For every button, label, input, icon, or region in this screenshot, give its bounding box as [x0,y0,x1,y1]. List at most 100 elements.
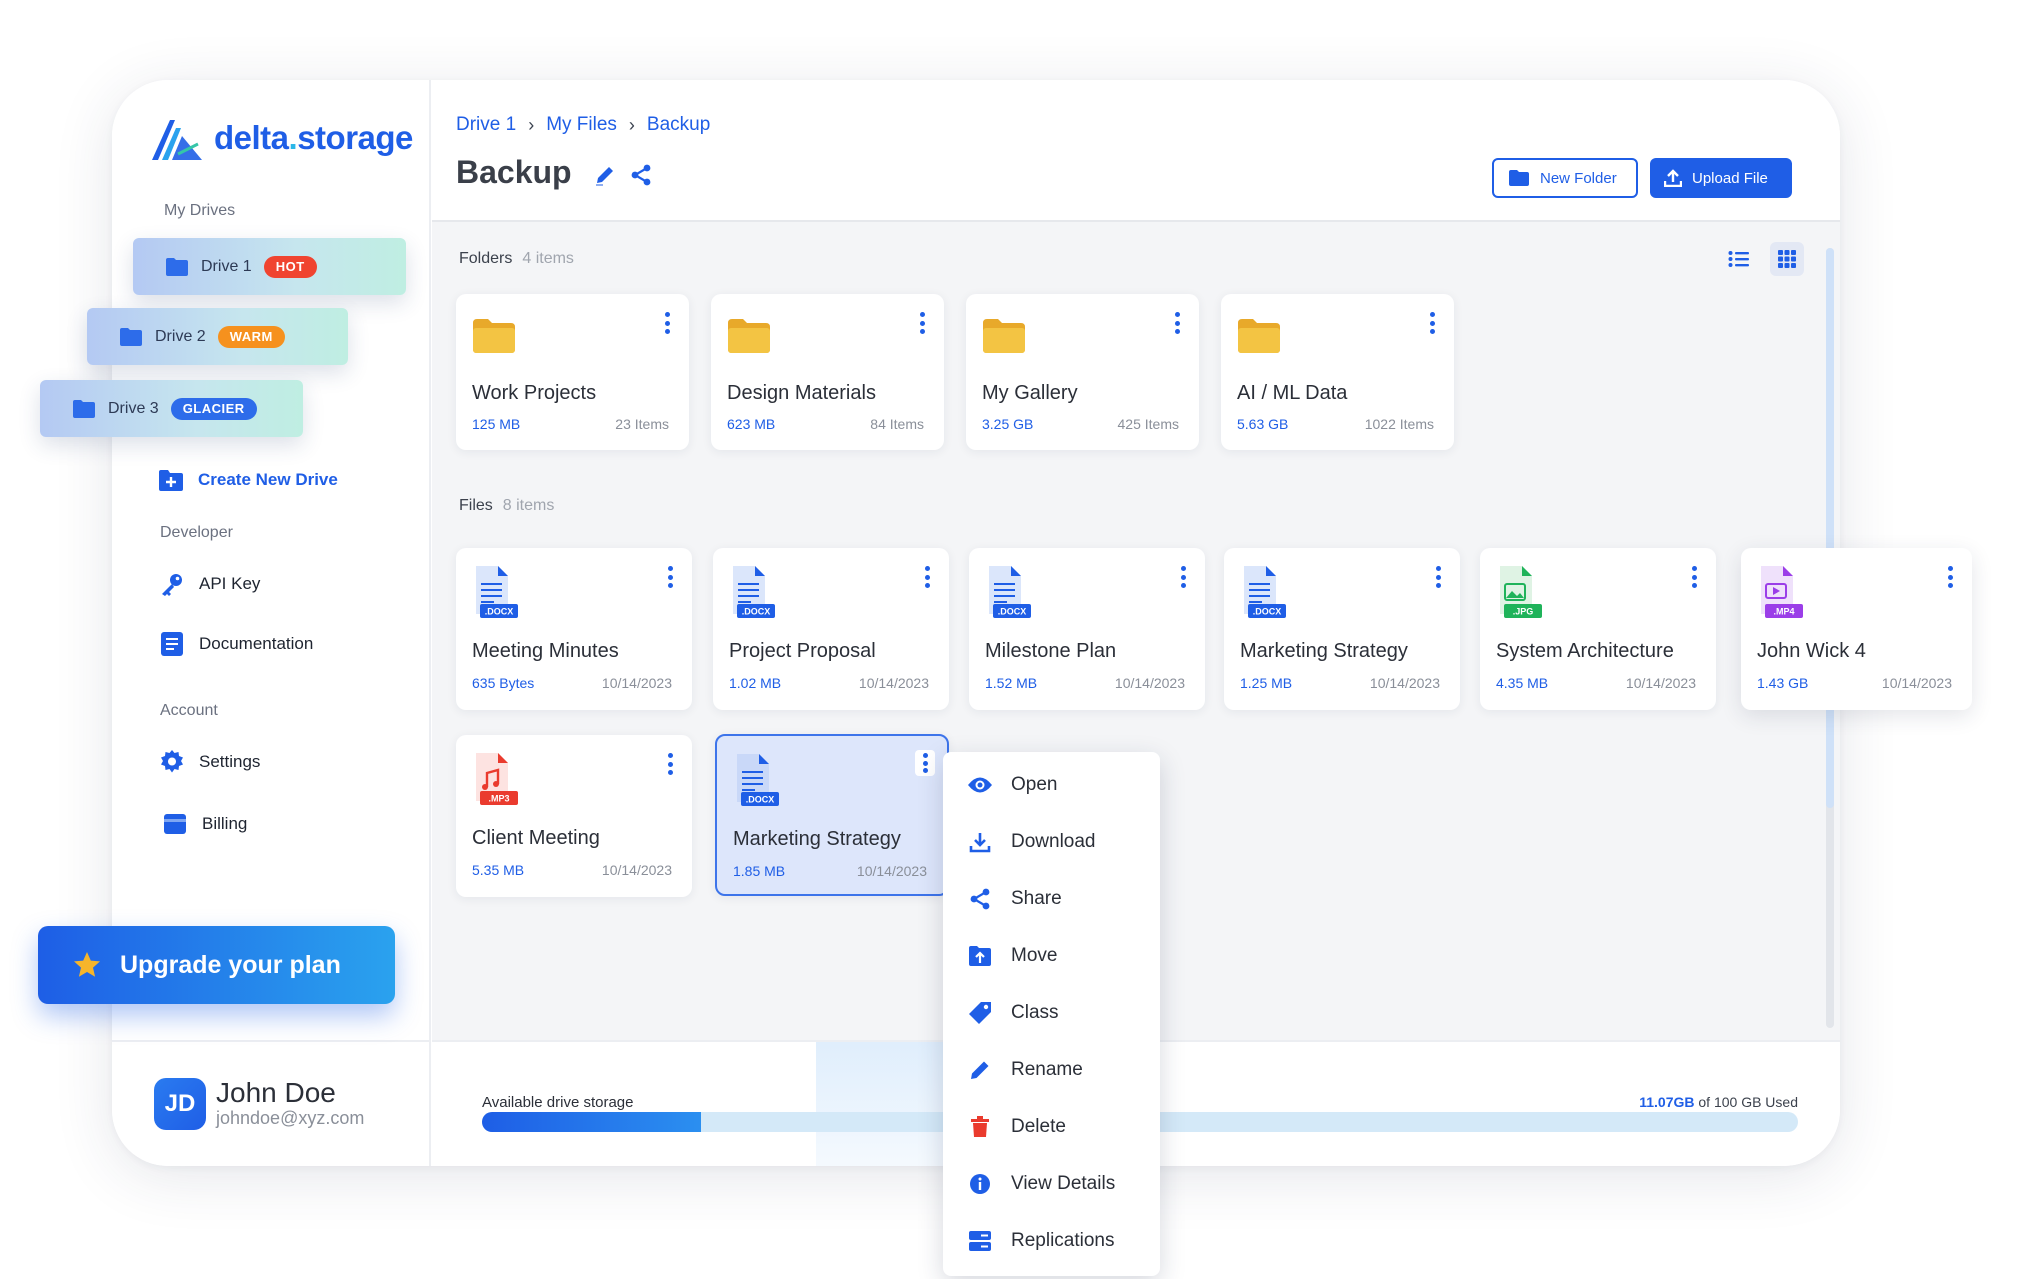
file-card[interactable]: .DOCX Meeting Minutes 635 Bytes 10/14/20… [456,548,692,710]
menu-item-open[interactable]: Open [967,772,1057,798]
sidebar-item-settings[interactable]: Settings [159,749,260,775]
brand-name: delta.storage [214,119,413,156]
sidebar-item-billing[interactable]: Billing [162,811,247,837]
avatar: JD [154,1078,206,1130]
sidebar-item-api-key[interactable]: API Key [159,571,260,597]
breadcrumb-backup[interactable]: Backup [647,114,710,136]
folders-label: Folders [459,250,513,267]
folder-name: Design Materials [727,382,876,404]
upload-icon [1664,169,1682,187]
more-options-icon[interactable] [1428,312,1436,334]
docx-file-icon: .DOCX [989,566,1031,618]
menu-item-share[interactable]: Share [967,886,1062,912]
menu-item-rename[interactable]: Rename [967,1057,1083,1083]
storage-used-value: 11.07GB [1639,1094,1695,1110]
grid-view-toggle[interactable] [1770,242,1804,276]
more-options-icon[interactable] [663,312,671,334]
edit-title-icon[interactable] [592,162,618,188]
folder-icon [728,319,770,353]
share-icon[interactable] [628,162,654,188]
file-ext-label: .DOCX [746,795,775,805]
user-profile[interactable]: JD John Doe johndoe@xyz.com [154,1078,364,1130]
new-folder-label: New Folder [1540,169,1617,187]
folder-card[interactable]: Design Materials 623 MB 84 Items [711,294,944,450]
drive-tier-badge: GLACIER [170,397,257,420]
more-options-icon[interactable] [1946,566,1954,588]
upgrade-plan-button[interactable]: Upgrade your plan [38,926,395,1004]
file-card-selected[interactable]: .DOCX Marketing Strategy 1.85 MB 10/14/2… [715,734,949,896]
gear-icon [159,749,185,775]
more-options-icon[interactable] [666,566,674,588]
file-name: System Architecture [1496,640,1674,662]
user-name: John Doe [216,1077,336,1108]
docx-file-icon: .DOCX [733,566,775,618]
delta-logo-icon [152,120,202,160]
file-card[interactable]: .DOCX Milestone Plan 1.52 MB 10/14/2023 [969,548,1205,710]
folders-count: 4 items [522,250,574,267]
file-card[interactable]: .MP4 John Wick 4 1.43 GB 10/14/2023 [1741,548,1972,710]
audio-file-icon: .MP3 [476,753,518,805]
menu-item-replications[interactable]: Replications [967,1228,1115,1254]
file-date: 10/14/2023 [1881,675,1952,691]
folder-name: AI / ML Data [1237,382,1348,404]
folder-card[interactable]: AI / ML Data 5.63 GB 1022 Items [1221,294,1454,450]
folder-size: 623 MB [727,416,776,432]
menu-item-delete[interactable]: Delete [967,1114,1066,1140]
breadcrumb-my-files[interactable]: My Files [546,114,617,136]
file-card[interactable]: .JPG System Architecture 4.35 MB 10/14/2… [1480,548,1716,710]
menu-item-view-details[interactable]: View Details [967,1171,1115,1197]
menu-item-move[interactable]: Move [967,943,1057,969]
upload-file-button[interactable]: Upload File [1650,158,1792,198]
file-name: Client Meeting [472,827,600,849]
more-options-icon[interactable] [1173,312,1181,334]
folder-card[interactable]: My Gallery 3.25 GB 425 Items [966,294,1199,450]
more-options-icon[interactable] [915,750,935,776]
file-size: 1.85 MB [733,863,786,879]
folder-card[interactable]: Work Projects 125 MB 23 Items [456,294,689,450]
server-icon [967,1228,993,1254]
folder-name: Work Projects [472,382,597,404]
menu-item-class[interactable]: Class [967,1000,1059,1026]
drive-item-3[interactable]: Drive 3 GLACIER [40,380,303,437]
more-options-icon[interactable] [666,753,674,775]
document-icon [159,631,185,657]
more-options-icon[interactable] [923,566,931,588]
file-card[interactable]: .MP3 Client Meeting 5.35 MB 10/14/2023 [456,735,692,897]
brand-logo[interactable]: delta.storage [148,114,413,162]
create-new-drive-button[interactable]: Create New Drive [158,467,338,493]
credit-card-icon [162,811,188,837]
file-name: Milestone Plan [985,640,1117,662]
file-ext-label: .DOCX [742,607,771,617]
sidebar-item-documentation[interactable]: Documentation [159,631,313,657]
scrollbar-thumb[interactable] [1826,248,1834,808]
more-options-icon[interactable] [1179,566,1187,588]
breadcrumb-drive-1[interactable]: Drive 1 [456,114,516,136]
drive-item-2[interactable]: Drive 2 WARM [87,308,348,365]
more-options-icon[interactable] [1690,566,1698,588]
more-options-icon[interactable] [1434,566,1442,588]
folder-icon [120,327,142,346]
more-options-icon[interactable] [918,312,926,334]
menu-item-label: Open [1011,774,1058,795]
file-name: Marketing Strategy [733,828,901,850]
list-view-toggle[interactable] [1722,242,1756,276]
menu-item-download[interactable]: Download [967,829,1096,855]
breadcrumb: Drive 1 › My Files › Backup [456,114,710,136]
folder-name: My Gallery [982,382,1078,404]
folder-icon [1238,319,1280,353]
file-date: 10/14/2023 [1369,675,1440,691]
drive-item-1[interactable]: Drive 1 HOT [133,238,406,295]
file-card[interactable]: .DOCX Marketing Strategy 1.25 MB 10/14/2… [1224,548,1460,710]
storage-progress-fill [482,1112,701,1132]
new-folder-button[interactable]: New Folder [1492,158,1638,198]
file-date: 10/14/2023 [1114,675,1185,691]
files-count: 8 items [502,497,555,514]
file-size: 635 Bytes [472,675,535,691]
file-card[interactable]: .DOCX Project Proposal 1.02 MB 10/14/202… [713,548,949,710]
tag-icon [967,1000,993,1026]
page-title: Backup [456,154,572,190]
drive-label: Drive 1 [201,257,252,275]
folder-item-count: 84 Items [870,416,924,432]
folder-size: 125 MB [472,416,521,432]
file-context-menu: Open Download Share Move Class Rename De… [943,752,1160,1276]
